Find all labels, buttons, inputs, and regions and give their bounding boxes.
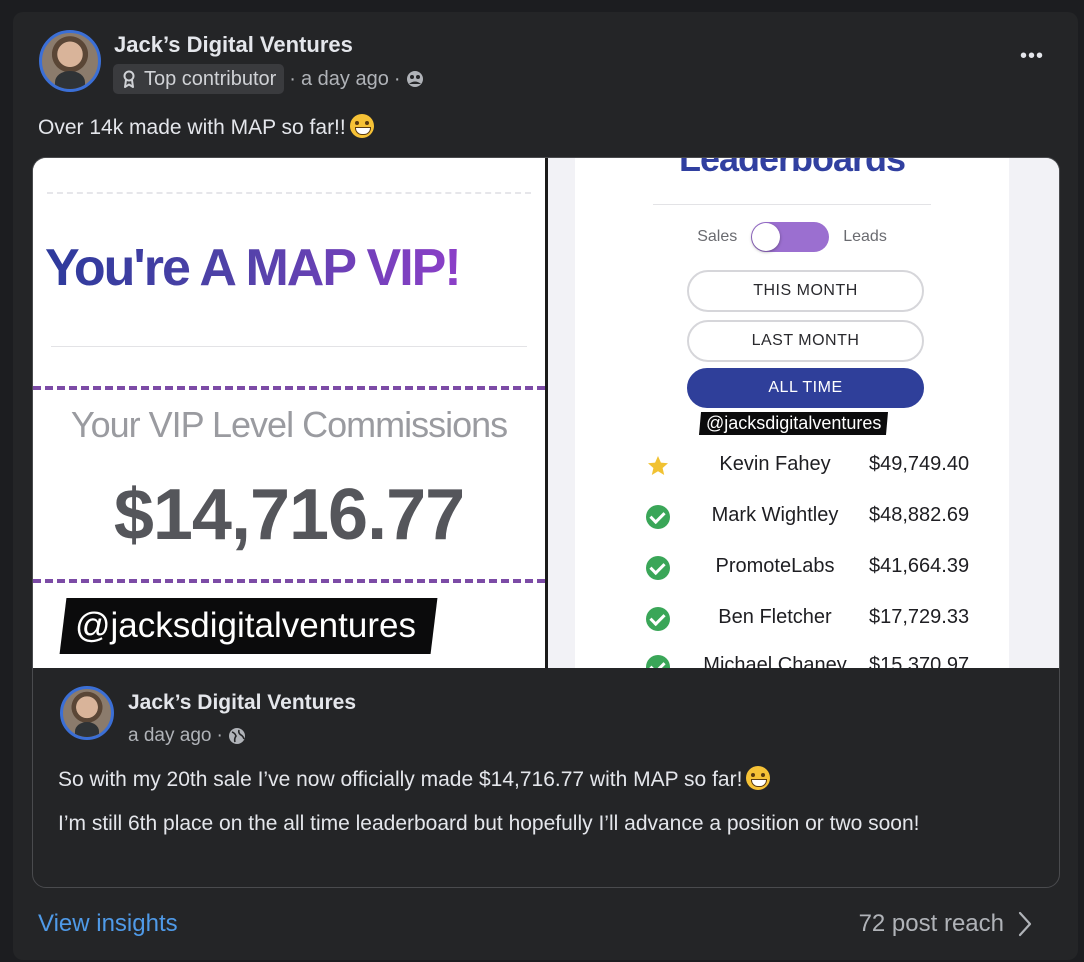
leaderboard-row: Mark Wightley $48,882.69	[575, 502, 1009, 532]
award-icon	[123, 70, 135, 88]
post-time[interactable]: a day ago	[301, 68, 389, 91]
decorative-divider	[653, 204, 931, 205]
check-icon	[646, 505, 670, 529]
post-reach-link[interactable]: 72 post reach	[859, 910, 1032, 938]
leaderboard-name: Michael Chaney	[703, 654, 847, 668]
meta-separator: ·	[289, 67, 296, 90]
leaderboard-name: Ben Fletcher	[718, 606, 832, 628]
top-contributor-badge[interactable]: Top contributor	[113, 64, 285, 94]
leaderboard-name: PromoteLabs	[715, 555, 835, 577]
author-avatar[interactable]	[39, 30, 101, 92]
sales-leads-toggle-row: Sales Leads	[575, 222, 1009, 252]
last-month-button[interactable]: LAST MONTH	[687, 320, 924, 362]
leaderboard-row: Michael Chaney $15,370.97	[575, 652, 1009, 668]
shared-post-body: So with my 20th sale I’ve now officially…	[58, 764, 1038, 852]
smile-emoji-icon	[746, 766, 771, 790]
globe-icon	[228, 728, 245, 744]
shared-post-author[interactable]: Jack’s Digital Ventures	[128, 691, 356, 715]
leaderboard-amount: $49,749.40	[869, 453, 970, 475]
shared-post-time[interactable]: a day ago	[128, 725, 211, 747]
post-author[interactable]: Jack’s Digital Ventures	[114, 32, 353, 58]
handle-watermark: @jacksdigitalventures	[59, 598, 438, 654]
leaderboard-name: Mark Wightley	[711, 504, 839, 526]
decorative-divider	[51, 346, 527, 347]
leaderboard-amount: $15,370.97	[869, 654, 970, 668]
post-image[interactable]: You're A MAP VIP! Your VIP Level Commiss…	[33, 158, 1059, 668]
leaderboard-title: Leaderboards	[678, 158, 906, 179]
check-icon	[646, 607, 670, 631]
caption-text: Over 14k made with MAP so far!!	[38, 116, 346, 139]
meta-separator: ·	[393, 67, 401, 90]
leaderboard-row: PromoteLabs $41,664.39	[575, 553, 1009, 583]
toggle-label-sales: Sales	[697, 228, 738, 245]
post-reach-label: 72 post reach	[858, 910, 1004, 937]
shared-post-meta: a day ago ·	[128, 725, 246, 747]
vip-title: You're A MAP VIP!	[45, 239, 462, 297]
vip-commission-amount: $14,716.77	[113, 475, 465, 555]
post-card: Jack’s Digital Ventures Top contributor …	[13, 12, 1078, 960]
dashed-divider	[33, 386, 545, 390]
this-month-button[interactable]: THIS MONTH	[687, 270, 924, 312]
leaderboard-panel: Leaderboards Sales Leads THIS MONTH LAST…	[575, 158, 1009, 668]
handle-watermark: @jacksdigitalventures	[698, 412, 889, 435]
view-insights-link[interactable]: View insights	[38, 910, 178, 938]
shared-post[interactable]: You're A MAP VIP! Your VIP Level Commiss…	[32, 157, 1060, 888]
leaderboard-amount: $48,882.69	[869, 504, 970, 526]
check-icon	[646, 655, 670, 668]
chevron-right-icon	[1018, 911, 1032, 937]
badge-label: Top contributor	[144, 67, 277, 90]
post-caption: Over 14k made with MAP so far!!	[38, 114, 374, 140]
decorative-divider	[47, 192, 531, 194]
grin-emoji-icon	[349, 114, 374, 138]
vip-subtitle: Your VIP Level Commissions	[70, 404, 508, 445]
sales-leads-toggle[interactable]	[751, 222, 830, 252]
post-meta: Top contributor · a day ago ·	[113, 64, 424, 94]
more-options-button[interactable]: •••	[1020, 46, 1044, 66]
dashed-divider	[33, 579, 545, 583]
toggle-knob	[752, 223, 781, 251]
leaderboard-row: Ben Fletcher $17,729.33	[575, 604, 1009, 634]
leaderboard-row: Kevin Fahey $49,749.40	[575, 451, 1009, 481]
meta-separator: ·	[216, 725, 223, 746]
all-time-button[interactable]: ALL TIME	[687, 368, 924, 408]
shared-author-avatar[interactable]	[60, 686, 114, 740]
leaderboard-amount: $41,664.39	[869, 555, 970, 577]
shared-post-paragraph: I’m still 6th place on the all time lead…	[58, 812, 920, 835]
toggle-label-leads: Leads	[843, 228, 887, 245]
check-icon	[646, 556, 670, 580]
group-audience-icon	[406, 71, 423, 87]
leaderboard-amount: $17,729.33	[869, 606, 970, 628]
vip-image: You're A MAP VIP! Your VIP Level Commiss…	[33, 158, 545, 668]
leaderboard-name: Kevin Fahey	[719, 453, 831, 475]
star-icon	[648, 456, 668, 475]
leaderboard-image: Leaderboards Sales Leads THIS MONTH LAST…	[548, 158, 1059, 668]
shared-post-paragraph: So with my 20th sale I’ve now officially…	[58, 764, 1038, 795]
